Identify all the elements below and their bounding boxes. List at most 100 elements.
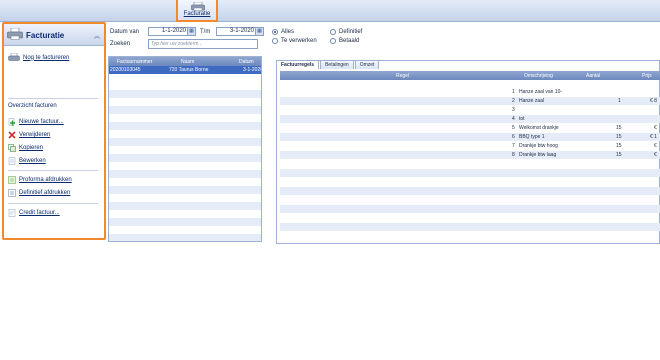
cell-prijs: € xyxy=(654,143,657,149)
list-row xyxy=(109,202,261,210)
detail-tabs: Factuurregels Betalingen Omzet xyxy=(276,60,380,69)
table-row[interactable]: 8 Drankje btw laag 15 € xyxy=(280,151,660,159)
search-input[interactable]: Typ hier uw zoekterm... xyxy=(148,39,258,49)
action-label: Definitief afdrukken xyxy=(19,190,71,196)
ribbon-tab-label: Facturatie xyxy=(183,11,211,17)
sidebar-action-definitief-afdrukken[interactable]: Definitief afdrukken xyxy=(8,189,70,197)
grid-header: Regel Omschrijving Aantal Prijs xyxy=(280,71,660,80)
search-label: Zoeken xyxy=(110,41,131,47)
radio-label: Te verwerken xyxy=(281,38,317,44)
cell-omschrijving: Hanze zaal xyxy=(519,98,545,104)
column-header-regel[interactable]: Regel xyxy=(396,73,409,79)
sidebar-panel: Facturatie ︽ Nog te factureren Overzicht… xyxy=(2,22,106,240)
radio-label: Definitief xyxy=(339,29,363,35)
radio-label: Betaald xyxy=(339,38,360,44)
table-row[interactable]: 2 Hanze zaal 1 € 8 xyxy=(280,97,660,105)
sidebar-link-label: Nog te factureren xyxy=(23,54,70,61)
sidebar-action-verwijderen[interactable]: Verwijderen xyxy=(8,131,50,139)
cell-aantal: 15 xyxy=(616,152,622,158)
column-header-aantal[interactable]: Aantal xyxy=(586,73,600,79)
action-label: Proforma afdrukken xyxy=(19,177,72,183)
action-label: Nieuwe factuur... xyxy=(19,119,64,125)
cell-date: 3-1-2020 xyxy=(243,67,262,73)
table-row[interactable]: 3 xyxy=(280,106,660,114)
cell-aantal: 15 xyxy=(616,143,622,149)
invoice-lines-grid: Regel Omschrijving Aantal Prijs 1 Hanze … xyxy=(280,71,660,241)
cell-omschrijving: tot xyxy=(519,116,525,122)
table-row xyxy=(280,232,660,240)
sidebar-action-kopieren[interactable]: Kopieren xyxy=(8,144,43,152)
radio-definitief[interactable]: Definitief xyxy=(330,29,362,35)
cell-prijs: € 8 xyxy=(650,98,657,104)
radio-label: Alles xyxy=(281,29,295,35)
cell-regel: 8 xyxy=(512,152,515,158)
column-header-omschrijving[interactable]: Omschrijving xyxy=(524,73,553,79)
cell-regel: 2 xyxy=(512,98,515,104)
column-header-factuurnummer[interactable]: Factuurnummer xyxy=(117,59,152,65)
cell-prijs: € xyxy=(654,152,657,158)
sidebar-action-bewerken[interactable]: Bewerken xyxy=(8,157,46,165)
table-row[interactable]: 5 Welkomst drankje 15 € xyxy=(280,124,660,132)
radio-dot xyxy=(272,38,278,44)
list-row xyxy=(109,90,261,98)
collapse-chevron-icon[interactable]: ︽ xyxy=(94,31,100,40)
ribbon-tab-facturatie[interactable]: Facturatie xyxy=(176,0,218,22)
sidebar-link-overzicht-facturen[interactable]: Overzicht facturen xyxy=(8,103,57,109)
action-label: Bewerken xyxy=(19,158,46,164)
table-row xyxy=(280,187,660,195)
cell-prijs: € 1 xyxy=(650,134,657,140)
credit-note-icon xyxy=(8,209,16,217)
date-from-field[interactable]: 1-1-2020 ▦ xyxy=(148,27,196,36)
column-header-naam[interactable]: Naam xyxy=(181,59,194,65)
radio-betaald[interactable]: Betaald xyxy=(330,38,359,44)
sidebar-link-label: Overzicht facturen xyxy=(8,103,57,109)
cell-name: 720 Taurus Borne xyxy=(169,67,209,73)
sidebar-action-credit-factuur[interactable]: Credit factuur... xyxy=(8,209,60,217)
cell-omschrijving: Drankje btw hoog xyxy=(519,143,558,149)
tab-betalingen[interactable]: Betalingen xyxy=(320,60,354,69)
invoice-row-selected[interactable]: 20200103045 720 Taurus Borne 3-1-2020 xyxy=(109,66,262,74)
list-row xyxy=(109,122,261,130)
action-label: Credit factuur... xyxy=(19,210,60,216)
action-label: Verwijderen xyxy=(19,132,51,138)
radio-te-verwerken[interactable]: Te verwerken xyxy=(272,38,317,44)
column-header-prijs[interactable]: Prijs xyxy=(642,73,652,79)
table-row xyxy=(280,205,660,213)
table-row[interactable]: 7 Drankje btw hoog 15 € xyxy=(280,142,660,150)
list-row xyxy=(109,186,261,194)
date-to-field[interactable]: 3-1-2020 ▦ xyxy=(216,27,264,36)
calendar-icon[interactable]: ▦ xyxy=(187,28,195,35)
invoice-list: Factuurnummer Naam Datum 20200103045 720… xyxy=(108,56,262,242)
cell-aantal: 15 xyxy=(616,134,622,140)
cell-aantal: 15 xyxy=(616,125,622,131)
tab-factuurregels[interactable]: Factuurregels xyxy=(276,60,320,69)
cell-regel: 5 xyxy=(512,125,515,131)
table-row xyxy=(280,214,660,222)
cell-regel: 7 xyxy=(512,143,515,149)
add-icon xyxy=(8,118,15,126)
calendar-icon[interactable]: ▦ xyxy=(255,28,263,35)
tab-omzet[interactable]: Omzet xyxy=(354,60,380,69)
column-header-datum[interactable]: Datum xyxy=(239,59,254,65)
sidebar-action-proforma-afdrukken[interactable]: Proforma afdrukken xyxy=(8,176,72,184)
edit-icon xyxy=(8,157,16,165)
table-row xyxy=(280,196,660,204)
list-row xyxy=(109,106,261,114)
invoice-printer-icon xyxy=(191,2,205,11)
table-row[interactable]: 6 BBQ type 1 15 € 1 xyxy=(280,133,660,141)
invoice-list-header: Factuurnummer Naam Datum xyxy=(109,57,261,66)
radio-alles[interactable]: Alles xyxy=(272,29,294,35)
list-row xyxy=(109,218,261,226)
list-row xyxy=(109,138,261,146)
sidebar-link-nog-te-factureren[interactable]: Nog te factureren xyxy=(8,53,69,62)
table-row[interactable]: 1 Hanze zaal van 10- xyxy=(280,88,660,96)
sidebar-action-nieuwe-factuur[interactable]: Nieuwe factuur... xyxy=(8,118,64,126)
table-row xyxy=(280,169,660,177)
cell-omschrijving: Drankje btw laag xyxy=(519,152,557,158)
list-row xyxy=(109,170,261,178)
sidebar-divider xyxy=(8,98,98,99)
copy-icon xyxy=(8,144,16,152)
table-row[interactable]: 4 tot xyxy=(280,115,660,123)
list-row xyxy=(109,154,261,162)
printer-icon xyxy=(8,53,20,61)
